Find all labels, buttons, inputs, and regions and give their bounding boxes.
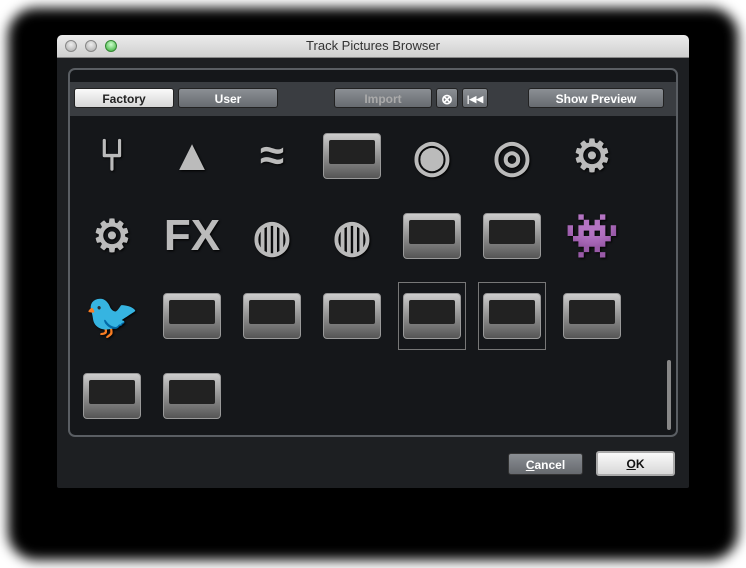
- picture-plugin-5[interactable]: [158, 362, 226, 430]
- ok-button[interactable]: OK: [596, 451, 675, 476]
- window-title: Track Pictures Browser: [306, 38, 440, 53]
- picture-mixer[interactable]: [478, 202, 546, 270]
- picture-tuning-fork[interactable]: ⑂: [78, 122, 146, 190]
- cancel-label: ancel: [534, 458, 566, 472]
- zoom-button[interactable]: [105, 40, 117, 52]
- tuning-fork-icon: ⑂: [98, 131, 126, 180]
- cancel-button[interactable]: Cancel: [508, 453, 583, 475]
- skip-back-icon: |◀◀: [466, 94, 484, 104]
- user-tab[interactable]: User: [178, 88, 278, 108]
- reset-button[interactable]: |◀◀: [462, 88, 488, 108]
- picture-synth-2[interactable]: [478, 282, 546, 350]
- toolbar: Factory User Import ⊗ |◀◀ Show Preview: [70, 82, 676, 116]
- picture-plugin-2[interactable]: [318, 282, 386, 350]
- picture-plugin-3[interactable]: [558, 282, 626, 350]
- x-circle-icon: ⊗: [441, 91, 453, 107]
- picture-plugin-1[interactable]: [238, 282, 306, 350]
- dialog-window: Track Pictures Browser Factory User Impo…: [57, 35, 689, 488]
- fx-icon: FX: [163, 211, 221, 260]
- sampler-icon: [163, 293, 221, 339]
- synth-1-icon: [403, 293, 461, 339]
- picture-speaker-small[interactable]: ◎: [478, 122, 546, 190]
- picture-radio[interactable]: [318, 122, 386, 190]
- bird-icon: 🐦: [84, 292, 140, 341]
- browser-panel: Factory User Import ⊗ |◀◀ Show Preview ⑂…: [68, 68, 678, 437]
- ok-mnemonic: O: [626, 457, 636, 471]
- close-button[interactable]: [65, 40, 77, 52]
- factory-tab[interactable]: Factory: [74, 88, 174, 108]
- gears-icon: ⚙: [92, 211, 132, 261]
- picture-plugin-4[interactable]: [78, 362, 146, 430]
- picture-fx[interactable]: FX: [158, 202, 226, 270]
- ok-label: K: [635, 457, 645, 471]
- show-preview-button[interactable]: Show Preview: [528, 88, 664, 108]
- picture-space-invader[interactable]: 👾: [558, 202, 626, 270]
- title-bar: Track Pictures Browser: [57, 35, 689, 58]
- plugin-3-icon: [563, 293, 621, 339]
- picture-gears[interactable]: ⚙: [78, 202, 146, 270]
- picture-gear[interactable]: ⚙: [558, 122, 626, 190]
- waveform-icon: ≈: [259, 131, 285, 180]
- speaker-small-icon: ◎: [492, 131, 532, 181]
- picture-sampler[interactable]: [158, 282, 226, 350]
- scrollbar[interactable]: [667, 120, 671, 432]
- radio-icon: [323, 133, 381, 179]
- picture-waveform[interactable]: ≈: [238, 122, 306, 190]
- turntable-2-icon: ◍: [332, 211, 372, 261]
- mixer-icon: [483, 213, 541, 259]
- picture-synth-1[interactable]: [398, 282, 466, 350]
- import-button[interactable]: Import: [334, 88, 432, 108]
- picture-drum-machine[interactable]: [398, 202, 466, 270]
- picture-turntable[interactable]: ◍: [238, 202, 306, 270]
- picture-speaker[interactable]: ◉: [398, 122, 466, 190]
- synth-2-icon: [483, 293, 541, 339]
- scrollbar-thumb[interactable]: [667, 360, 671, 430]
- plugin-4-icon: [83, 373, 141, 419]
- speaker-icon: ◉: [412, 131, 452, 181]
- plugin-1-icon: [243, 293, 301, 339]
- picture-turntable-2[interactable]: ◍: [318, 202, 386, 270]
- picture-metronome[interactable]: ▲: [158, 122, 226, 190]
- clear-button[interactable]: ⊗: [436, 88, 458, 108]
- plugin-2-icon: [323, 293, 381, 339]
- minimize-button[interactable]: [85, 40, 97, 52]
- space-invader-icon: 👾: [564, 212, 620, 261]
- metronome-icon: ▲: [170, 131, 214, 180]
- plugin-5-icon: [163, 373, 221, 419]
- drum-machine-icon: [403, 213, 461, 259]
- picture-bird[interactable]: 🐦: [78, 282, 146, 350]
- gear-icon: ⚙: [572, 131, 612, 181]
- turntable-icon: ◍: [252, 211, 292, 261]
